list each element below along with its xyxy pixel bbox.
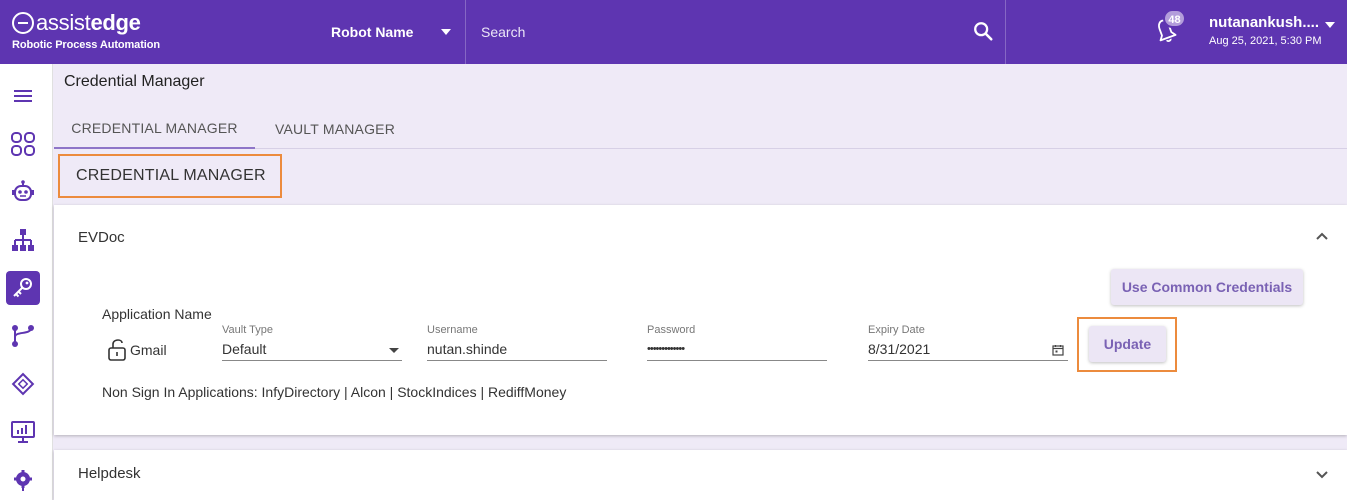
vault-type-select[interactable]: Vault Type Default bbox=[222, 324, 402, 364]
settings-gear-icon[interactable] bbox=[6, 463, 40, 497]
caret-down-icon bbox=[389, 348, 399, 353]
application-name-value: Gmail bbox=[130, 342, 167, 358]
tab-bar: CREDENTIAL MANAGER VAULT MANAGER bbox=[54, 108, 1347, 149]
app-logo[interactable]: assist edge Robotic Process Automation bbox=[12, 10, 160, 51]
tab-vault-manager[interactable]: VAULT MANAGER bbox=[255, 108, 415, 149]
chevron-down-icon[interactable] bbox=[1315, 470, 1329, 480]
application-name-label: Application Name bbox=[102, 306, 212, 322]
use-common-credentials-button[interactable]: Use Common Credentials bbox=[1111, 269, 1303, 305]
search-bar bbox=[466, 0, 1005, 64]
expiry-date-field[interactable]: Expiry Date 8/31/2021 bbox=[868, 324, 1068, 364]
vault-type-value: Default bbox=[222, 339, 402, 361]
logo-subtitle: Robotic Process Automation bbox=[12, 39, 160, 51]
update-button[interactable]: Update bbox=[1089, 326, 1166, 362]
username-value: nutan.shinde bbox=[427, 339, 607, 361]
top-bar: assist edge Robotic Process Automation Ro… bbox=[0, 0, 1347, 64]
username-field[interactable]: Username nutan.shinde bbox=[427, 324, 607, 364]
divider bbox=[1005, 0, 1006, 64]
robot-name-select[interactable]: Robot Name bbox=[331, 0, 465, 64]
user-menu[interactable]: nutanankush.... Aug 25, 2021, 5:30 PM bbox=[1209, 14, 1322, 47]
logo-mark-icon bbox=[12, 12, 34, 34]
expiry-date-value: 8/31/2021 bbox=[868, 339, 1068, 361]
menu-icon[interactable] bbox=[6, 79, 40, 113]
logo-wordmark: assist edge bbox=[12, 10, 160, 36]
robot-icon[interactable] bbox=[6, 175, 40, 209]
panel-title: Helpdesk bbox=[78, 465, 141, 482]
tab-credential-manager[interactable]: CREDENTIAL MANAGER bbox=[54, 108, 255, 149]
user-datetime: Aug 25, 2021, 5:30 PM bbox=[1209, 35, 1322, 47]
main-content: Credential Manager CREDENTIAL MANAGER VA… bbox=[54, 64, 1347, 500]
page-title: Credential Manager bbox=[64, 73, 205, 90]
update-highlight: Update bbox=[1077, 317, 1177, 372]
password-value: ••••••••••••• bbox=[647, 339, 827, 361]
workflow-icon[interactable] bbox=[6, 319, 40, 353]
user-menu-caret-icon[interactable] bbox=[1325, 22, 1335, 28]
caret-down-icon bbox=[441, 29, 451, 35]
monitor-chart-icon[interactable] bbox=[6, 415, 40, 449]
panel-title[interactable]: EVDoc bbox=[78, 229, 125, 246]
hierarchy-icon[interactable] bbox=[6, 223, 40, 257]
chip-icon[interactable] bbox=[6, 367, 40, 401]
robot-select-label: Robot Name bbox=[331, 24, 414, 40]
section-title: CREDENTIAL MANAGER bbox=[58, 154, 282, 198]
key-icon[interactable] bbox=[6, 271, 40, 305]
password-field[interactable]: Password ••••••••••••• bbox=[647, 324, 827, 364]
side-nav bbox=[0, 64, 53, 500]
unlock-icon[interactable] bbox=[107, 338, 127, 362]
search-icon[interactable] bbox=[972, 20, 994, 42]
search-input[interactable] bbox=[481, 20, 961, 44]
dashboard-icon[interactable] bbox=[6, 127, 40, 161]
calendar-icon[interactable] bbox=[1052, 344, 1064, 356]
credential-panel-evdoc: EVDoc Use Common Credentials Application… bbox=[54, 205, 1347, 435]
non-sign-in-applications: Non Sign In Applications: InfyDirectory … bbox=[102, 384, 567, 400]
chevron-up-icon[interactable] bbox=[1315, 231, 1329, 241]
expiry-date-label: Expiry Date bbox=[868, 324, 925, 336]
logo-text-bold: edge bbox=[90, 10, 141, 35]
credential-panel-helpdesk[interactable]: Helpdesk bbox=[54, 450, 1347, 500]
password-label: Password bbox=[647, 324, 696, 336]
user-name: nutanankush.... bbox=[1209, 14, 1320, 31]
notification-count-badge: 48 bbox=[1163, 9, 1186, 28]
logo-text-light: assist bbox=[36, 10, 91, 35]
username-label: Username bbox=[427, 324, 478, 336]
vault-type-label: Vault Type bbox=[222, 324, 273, 336]
